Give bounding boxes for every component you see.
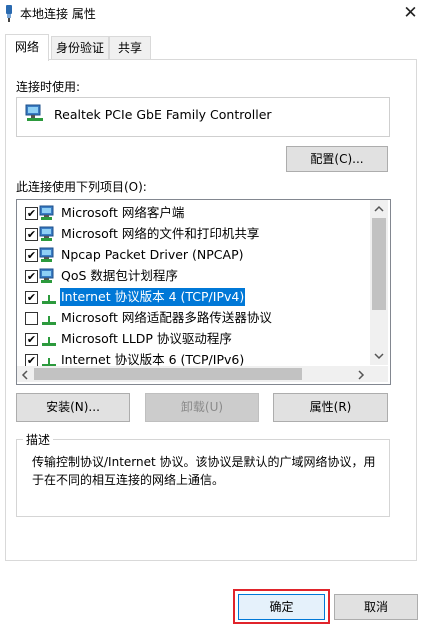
connection-properties-icon xyxy=(6,5,12,22)
item-label: Microsoft 网络客户端 xyxy=(61,205,185,220)
item-checkbox[interactable]: ✔ xyxy=(25,228,38,241)
vertical-scrollbar[interactable] xyxy=(370,200,388,365)
tab-authentication[interactable]: 身份验证 xyxy=(51,36,109,59)
window-title: 本地连接 属性 xyxy=(20,7,96,21)
items-label: 此连接使用下列项目(O): xyxy=(16,180,147,194)
title-bar: 本地连接 属性 ✕ xyxy=(0,0,425,30)
tab-strip: 网络 身份验证 共享 xyxy=(5,34,415,61)
tab-network[interactable]: 网络 xyxy=(5,34,49,61)
network-client-icon xyxy=(39,268,54,283)
close-icon: ✕ xyxy=(403,3,418,23)
item-label: Microsoft LLDP 协议驱动程序 xyxy=(61,331,232,346)
list-item[interactable]: ✔ Npcap Packet Driver (NPCAP) xyxy=(17,245,369,266)
protocol-icon xyxy=(42,295,56,304)
scroll-right-icon[interactable] xyxy=(357,370,365,380)
cancel-button[interactable]: 取消 xyxy=(334,594,418,620)
ok-highlight-annotation xyxy=(233,589,330,624)
protocol-icon xyxy=(42,316,56,325)
horizontal-scroll-thumb[interactable] xyxy=(34,368,302,380)
install-button[interactable]: 安装(N)... xyxy=(16,393,130,422)
description-text: 传输控制协议/Internet 协议。该协议是默认的广域网络协议，用于在不同的相… xyxy=(32,455,376,487)
vertical-scroll-thumb[interactable] xyxy=(372,218,386,310)
network-client-icon xyxy=(39,226,54,241)
item-checkbox[interactable]: ✔ xyxy=(25,291,38,304)
configure-button[interactable]: 配置(C)... xyxy=(286,146,388,172)
item-checkbox[interactable]: ✔ xyxy=(25,333,38,346)
item-checkbox[interactable]: ✔ xyxy=(25,207,38,220)
components-listbox[interactable]: ✔ Microsoft 网络客户端 ✔ Microsoft 网络的文件和打印机共… xyxy=(16,199,391,385)
list-item[interactable]: ✔ Internet 协议版本 4 (TCP/IPv4) xyxy=(17,287,369,308)
scroll-down-icon[interactable] xyxy=(374,352,384,360)
network-adapter-icon xyxy=(25,104,43,121)
list-item[interactable]: Microsoft 网络适配器多路传送器协议 xyxy=(17,308,369,329)
network-client-icon xyxy=(39,247,54,262)
item-checkbox[interactable]: ✔ xyxy=(25,270,38,283)
list-item[interactable]: ✔ Microsoft 网络的文件和打印机共享 xyxy=(17,224,369,245)
item-checkbox[interactable] xyxy=(25,312,38,325)
item-label: Microsoft 网络适配器多路传送器协议 xyxy=(61,310,272,325)
list-item[interactable]: ✔ Microsoft 网络客户端 xyxy=(17,203,369,224)
properties-button[interactable]: 属性(R) xyxy=(273,393,388,422)
item-label: Npcap Packet Driver (NPCAP) xyxy=(61,247,244,262)
description-legend: 描述 xyxy=(23,431,54,448)
item-label: Microsoft 网络的文件和打印机共享 xyxy=(61,226,260,241)
protocol-icon xyxy=(42,337,56,346)
connect-using-label: 连接时使用: xyxy=(16,80,81,94)
item-checkbox[interactable]: ✔ xyxy=(25,249,38,262)
scroll-corner xyxy=(370,366,388,382)
horizontal-scrollbar[interactable] xyxy=(17,366,370,382)
uninstall-button[interactable]: 卸载(U) xyxy=(145,393,259,422)
tab-sharing[interactable]: 共享 xyxy=(109,36,151,59)
scroll-left-icon[interactable] xyxy=(21,370,29,380)
network-client-icon xyxy=(39,205,54,220)
scroll-up-icon[interactable] xyxy=(374,205,384,213)
item-label-selected: Internet 协议版本 4 (TCP/IPv4) xyxy=(60,288,246,306)
list-item[interactable]: ✔ Microsoft LLDP 协议驱动程序 xyxy=(17,329,369,350)
adapter-name: Realtek PCIe GbE Family Controller xyxy=(54,107,272,122)
list-item[interactable]: ✔ QoS 数据包计划程序 xyxy=(17,266,369,287)
close-button[interactable]: ✕ xyxy=(396,0,425,26)
item-label: QoS 数据包计划程序 xyxy=(61,268,178,283)
